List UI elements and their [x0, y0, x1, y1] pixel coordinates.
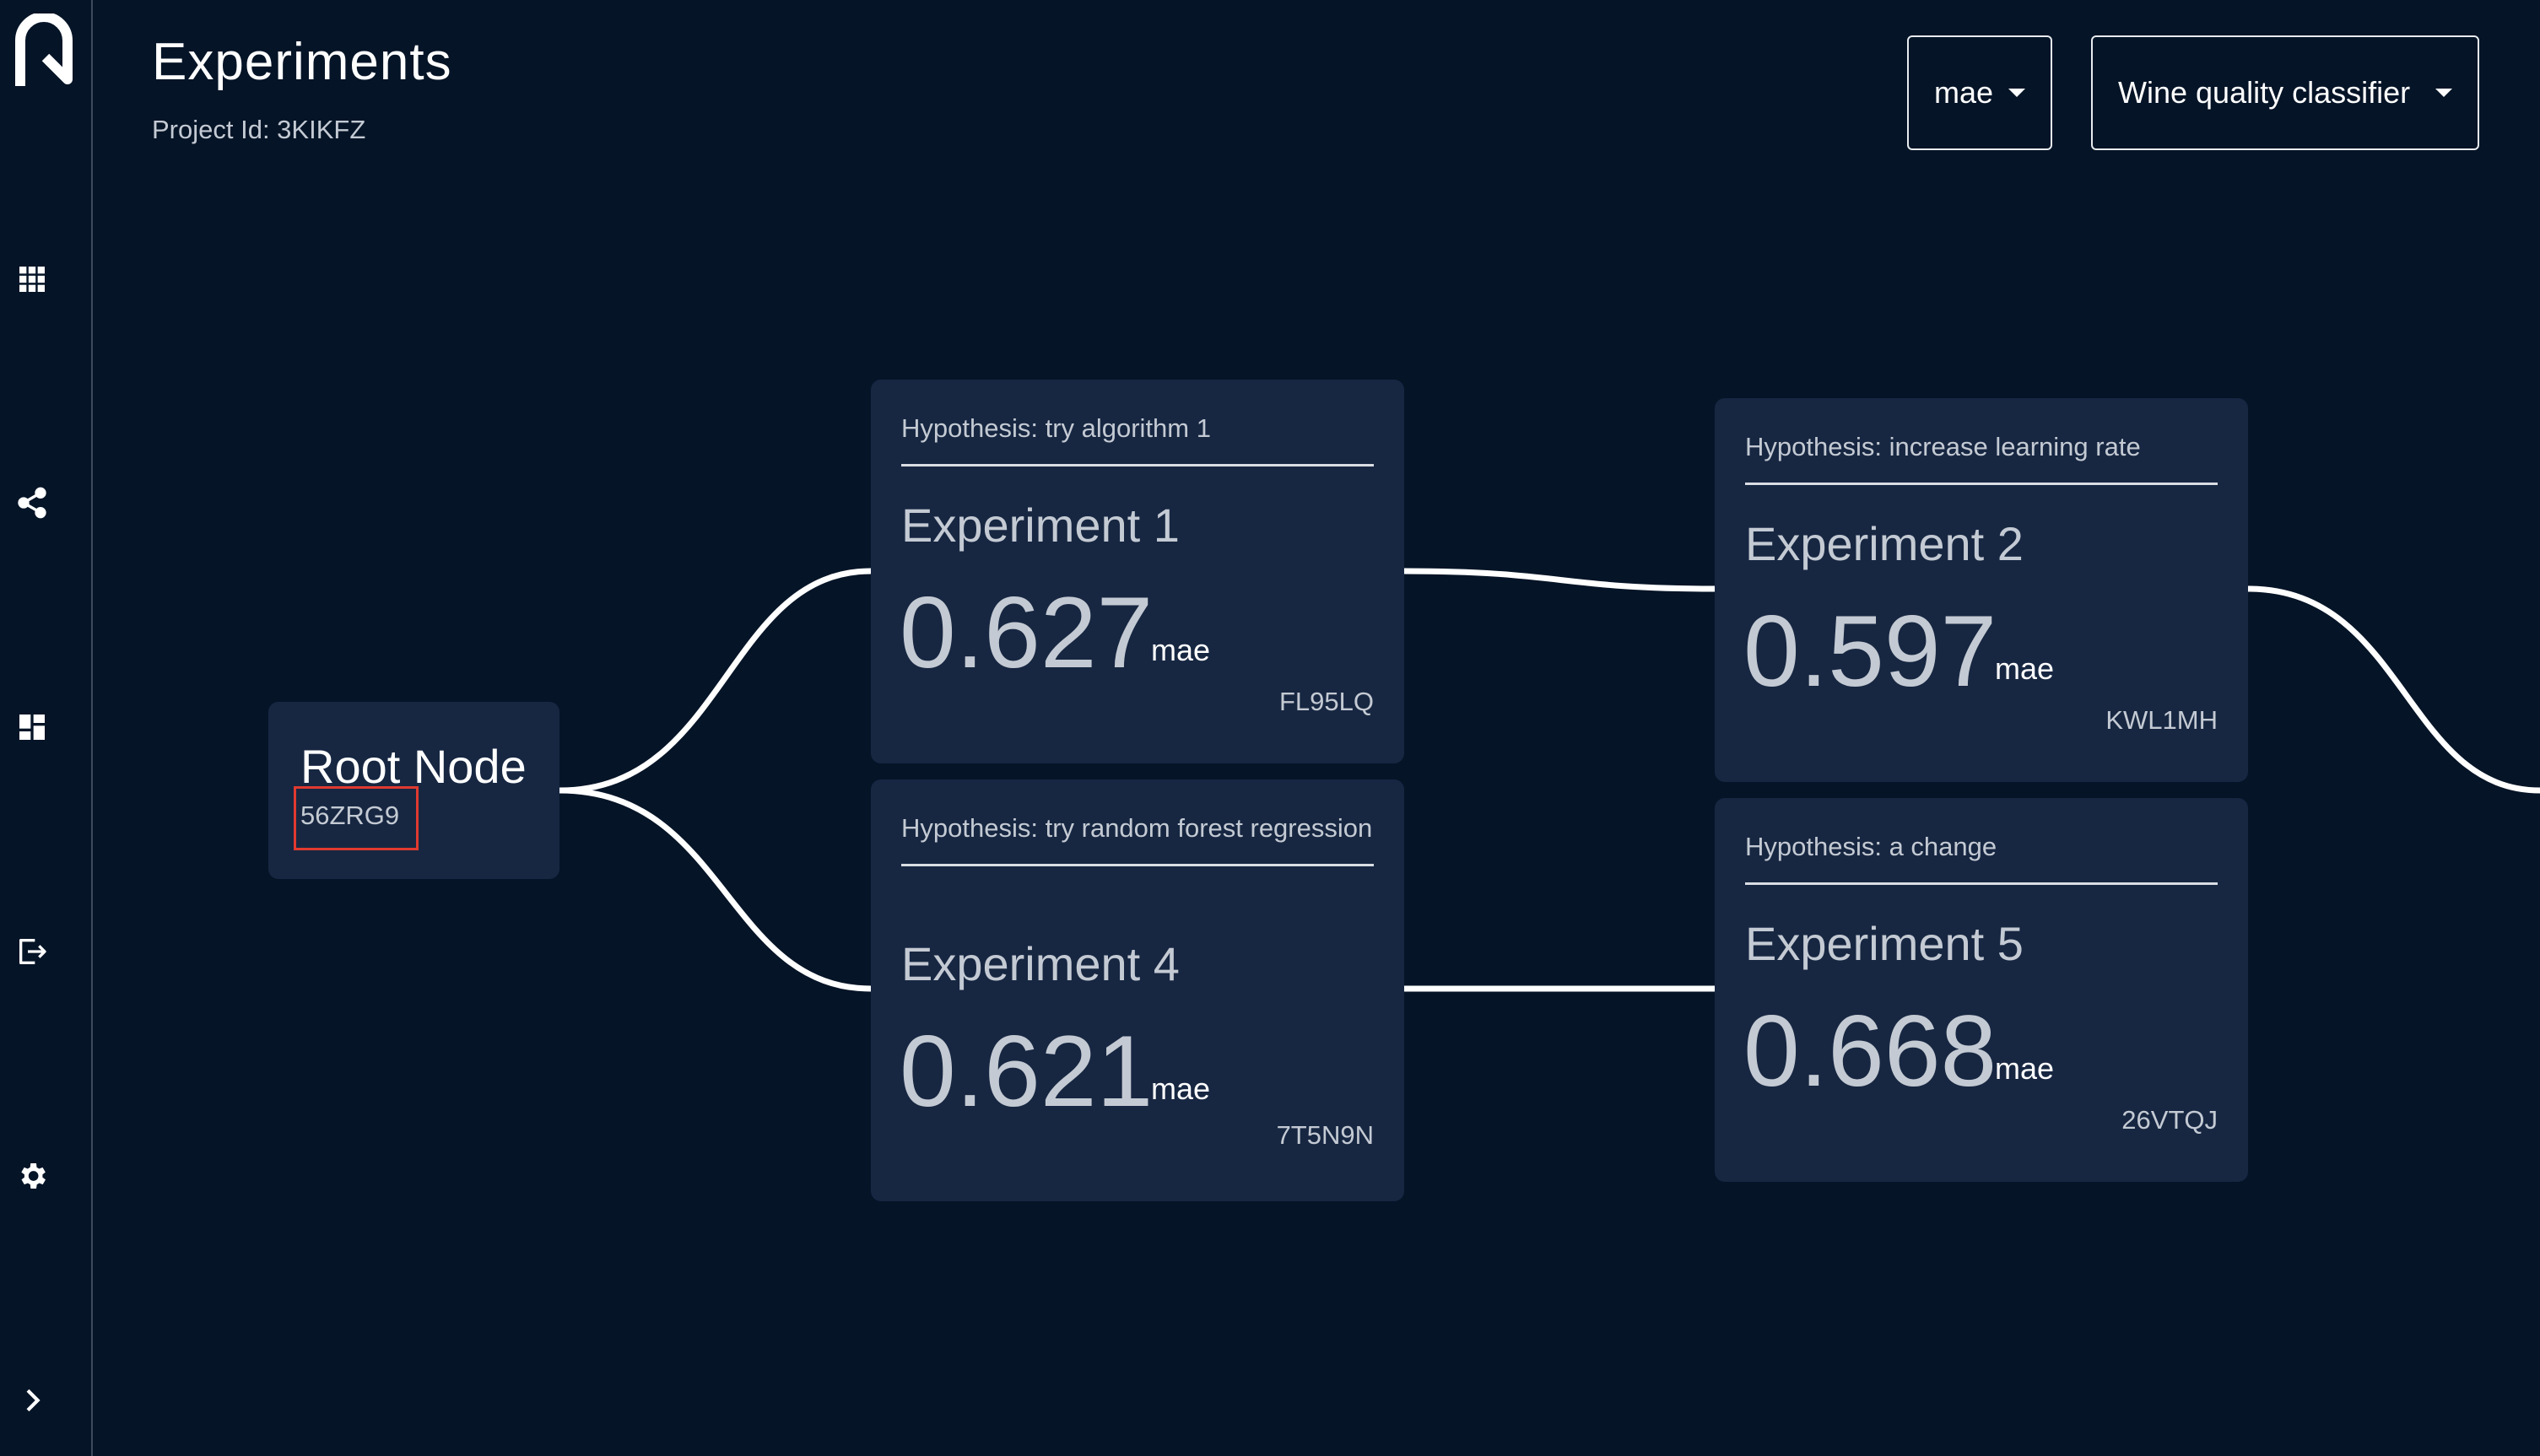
root-node[interactable]: Root Node 56ZRG9 — [268, 702, 559, 879]
root-node-id: 56ZRG9 — [294, 786, 419, 850]
experiment-card[interactable]: Hypothesis: a change Experiment 5 0.668 … — [1715, 798, 2248, 1182]
share-icon[interactable] — [15, 486, 49, 520]
experiment-name: Experiment 4 — [901, 937, 1180, 990]
metric-select-value: mae — [1934, 75, 1994, 110]
project-select-value: Wine quality classifier — [2118, 75, 2411, 110]
experiment-id: 7T5N9N — [1276, 1120, 1374, 1150]
sidebar — [0, 0, 93, 1456]
page-title: Experiments — [152, 33, 452, 91]
edge-exp2-offscreen — [2247, 585, 2540, 794]
experiment-metric-value: 0.627 — [900, 576, 1154, 689]
edge-root-exp1 — [559, 568, 872, 794]
experiment-name: Experiment 2 — [1745, 517, 2024, 570]
experiment-metric-value: 0.668 — [1743, 995, 1997, 1108]
app-logo-icon[interactable] — [14, 12, 74, 91]
project-id: Project Id: 3KIKFZ — [152, 115, 366, 144]
experiment-metric-value: 0.597 — [1743, 595, 1997, 708]
experiment-metric-unit: mae — [1995, 651, 2055, 686]
experiment-metric-unit: mae — [1995, 1051, 2055, 1086]
logout-icon[interactable] — [15, 935, 49, 968]
gear-icon[interactable] — [15, 1159, 49, 1193]
project-select[interactable]: Wine quality classifier — [2091, 35, 2479, 150]
caret-down-icon — [2008, 89, 2025, 97]
experiment-metric-unit: mae — [1151, 1071, 1211, 1106]
experiment-metric-unit: mae — [1151, 633, 1211, 667]
metric-select[interactable]: mae — [1907, 35, 2052, 150]
experiment-id: KWL1MH — [2105, 705, 2218, 735]
experiment-hypothesis: Hypothesis: a change — [1745, 828, 2218, 885]
experiment-card[interactable]: Hypothesis: try algorithm 1 Experiment 1… — [871, 380, 1404, 763]
experiment-metric-value: 0.621 — [900, 1015, 1154, 1128]
experiment-card[interactable]: Hypothesis: increase learning rate Exper… — [1715, 398, 2248, 782]
edge-root-exp4 — [559, 787, 872, 992]
experiment-hypothesis: Hypothesis: increase learning rate — [1745, 429, 2218, 485]
experiment-card[interactable]: Hypothesis: try random forest regression… — [871, 779, 1404, 1201]
experiment-hypothesis: Hypothesis: try random forest regression — [901, 810, 1374, 866]
dashboard-icon[interactable] — [15, 710, 49, 744]
experiment-name: Experiment 5 — [1745, 917, 2024, 970]
experiment-id: 26VTQJ — [2121, 1105, 2218, 1135]
chevron-right-icon[interactable] — [15, 1383, 49, 1417]
experiment-hypothesis: Hypothesis: try algorithm 1 — [901, 410, 1374, 466]
edge-exp1-exp2 — [1403, 568, 1716, 592]
experiment-name: Experiment 1 — [901, 499, 1180, 552]
grid-icon[interactable] — [15, 262, 49, 296]
experiment-id: FL95LQ — [1278, 687, 1374, 716]
caret-down-icon — [2435, 89, 2452, 97]
